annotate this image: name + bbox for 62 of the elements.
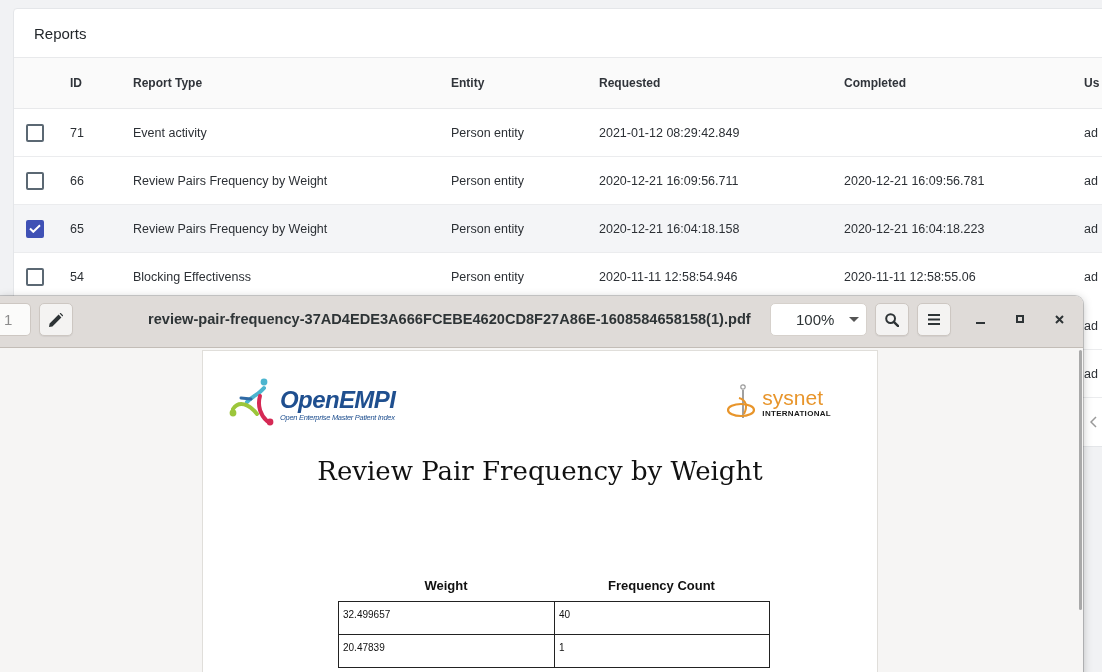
table-cell: Review Pairs Frequency by Weight (133, 221, 328, 236)
row-checkbox[interactable] (26, 219, 44, 238)
annotate-button[interactable] (39, 303, 73, 336)
table-cell: 40 (554, 601, 770, 635)
row-checkbox[interactable] (26, 267, 44, 286)
table-cell: Person entity (451, 125, 524, 140)
table-cell: 2020-11-11 12:58:54.946 (599, 269, 738, 284)
search-button[interactable] (875, 303, 909, 336)
table-cell: Person entity (451, 221, 524, 236)
maximize-icon[interactable] (1016, 315, 1024, 323)
table-cell: Person entity (451, 173, 524, 188)
table-cell: Person entity (451, 269, 524, 284)
column-header: Frequency Count (608, 578, 715, 594)
logo-name: OpenEMPI (280, 387, 396, 413)
window-title: review-pair-frequency-37AD4EDE3A666FCEBE4620CD8F27A86E-1608584658158(1).pdf (148, 310, 751, 329)
table-cell: 65 (70, 221, 84, 236)
pencil-icon (49, 312, 63, 327)
table-cell: 1 (554, 634, 770, 668)
table-cell: 2020-12-21 16:04:18.158 (599, 221, 740, 236)
table-cell: ad (1084, 366, 1098, 381)
column-header: Entity (451, 76, 485, 90)
table-cell: 2020-12-21 16:09:56.711 (599, 173, 739, 188)
scrollbar[interactable] (1079, 350, 1082, 610)
search-icon (885, 312, 899, 327)
column-header: Completed (844, 76, 906, 90)
column-header: ID (70, 76, 82, 90)
logo-name: sysnet (762, 386, 824, 409)
table-row[interactable]: 65 Review Pairs Frequency by Weight Person entity 2020-12-21 16:04:18.158 2020-12-21 16:04:18.223 ad (14, 205, 1102, 253)
row-checkbox[interactable] (26, 123, 44, 142)
zoom-dropdown[interactable]: 100% (770, 303, 867, 336)
table-cell: Event activity (133, 125, 207, 140)
person-figure-icon (229, 378, 275, 426)
table-cell: 54 (70, 269, 84, 284)
menu-icon (928, 314, 940, 325)
table-cell: 71 (70, 125, 84, 140)
table-cell: 66 (70, 173, 84, 188)
card-title: Reports (34, 24, 87, 42)
table-cell: 2021-01-12 08:29:42.849 (599, 125, 740, 140)
table-cell: Blocking Effectivenss (133, 269, 251, 284)
table-cell: ad (1084, 221, 1098, 236)
table-cell: 2020-11-11 12:58:55.06 (844, 269, 976, 284)
table-cell: 2020-12-21 16:04:18.223 (844, 221, 985, 236)
column-header: Us (1084, 76, 1100, 90)
column-header: Weight (424, 578, 468, 594)
caret-icon (849, 317, 860, 322)
table-cell: 32.499657 (338, 601, 555, 635)
table-cell: ad (1084, 173, 1098, 188)
column-header: Report Type (133, 76, 203, 90)
logo-tagline: INTERNATIONAL (762, 408, 831, 419)
table-cell: 2020-12-21 16:09:56.781 (844, 173, 985, 188)
table-cell: ad (1084, 269, 1098, 284)
document-title: Review Pair Frequency by Weight (317, 455, 763, 487)
column-header: Requested (599, 76, 661, 90)
menu-button[interactable] (917, 303, 951, 336)
close-icon[interactable] (1055, 315, 1064, 324)
table-cell: Review Pairs Frequency by Weight (133, 173, 328, 188)
checkmark-icon (29, 224, 41, 233)
row-checkbox[interactable] (26, 171, 44, 190)
table-cell: ad (1084, 318, 1098, 333)
table-cell: ad (1084, 125, 1098, 140)
chevron-left-icon[interactable] (1090, 416, 1097, 428)
table-cell: 20.47839 (338, 634, 555, 668)
